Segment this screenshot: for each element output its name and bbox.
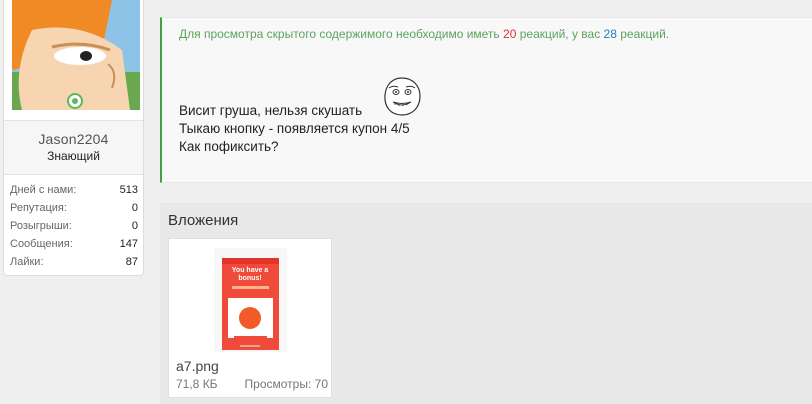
stat-giveaways: Розыгрыши: 0 <box>10 217 138 235</box>
message-line: Как пофиксить? <box>179 139 279 154</box>
notice-text: реакций, у вас <box>516 27 604 41</box>
message-text: Висит груша, нельзя скушать Тыкаю кнопку… <box>179 102 410 156</box>
user-panel: Jason2204 Знающий Дней с нами: 513 Репут… <box>3 0 144 276</box>
attachment-file-name[interactable]: a7.png <box>176 358 219 374</box>
attachment-meta: 71,8 КБ Просмотры: 70 <box>176 377 328 391</box>
stat-value: 87 <box>125 256 138 268</box>
attachment-size: 71,8 КБ <box>176 377 218 391</box>
stat-messages: Сообщения: 147 <box>10 235 138 253</box>
stat-label: Репутация: <box>10 202 67 214</box>
thumbnail-text: bonus! <box>238 275 261 282</box>
username[interactable]: Jason2204 <box>4 131 143 147</box>
message-line: Висит груша, нельзя скушать <box>179 103 363 118</box>
user-header: Jason2204 Знающий <box>4 120 143 175</box>
stat-value: 0 <box>131 202 138 214</box>
message-line: Тыкаю кнопку - появляется купон 4/5 <box>179 121 410 136</box>
stat-label: Сообщения: <box>10 238 73 250</box>
stat-value: 147 <box>119 238 138 250</box>
stat-reputation: Репутация: 0 <box>10 199 138 217</box>
attachment-views: Просмотры: 70 <box>244 377 328 391</box>
notice-user-count: 28 <box>603 27 617 41</box>
stat-label: Дней с нами: <box>10 184 77 196</box>
stat-value: 0 <box>131 220 138 232</box>
online-status-icon <box>67 93 83 109</box>
thumbnail-text: You have a <box>232 267 269 274</box>
attachments-title: Вложения <box>168 212 239 229</box>
stat-value: 513 <box>119 184 138 196</box>
message-body: Для просмотра скрытого содержимого необх… <box>160 17 812 183</box>
stat-label: Розыгрыши: <box>10 220 72 232</box>
notice-required-count: 20 <box>503 27 517 41</box>
notice-text: Для просмотра скрытого содержимого необх… <box>179 27 504 41</box>
hidden-content-notice: Для просмотра скрытого содержимого необх… <box>179 27 669 41</box>
stat-label: Лайки: <box>10 256 44 268</box>
stat-likes: Лайки: 87 <box>10 253 138 271</box>
user-title: Знающий <box>47 149 100 163</box>
notice-text: реакций. <box>616 27 670 41</box>
user-stats: Дней с нами: 513 Репутация: 0 Розыгрыши:… <box>10 181 138 271</box>
attachment-thumbnail[interactable]: You have a bonus! <box>214 248 287 352</box>
stat-days: Дней с нами: 513 <box>10 181 138 199</box>
attachments-section: Вложения You have a bonus! a7.png 71,8 К… <box>160 203 812 404</box>
attachment-card[interactable]: You have a bonus! a7.png 71,8 КБ Просмот… <box>168 238 332 398</box>
